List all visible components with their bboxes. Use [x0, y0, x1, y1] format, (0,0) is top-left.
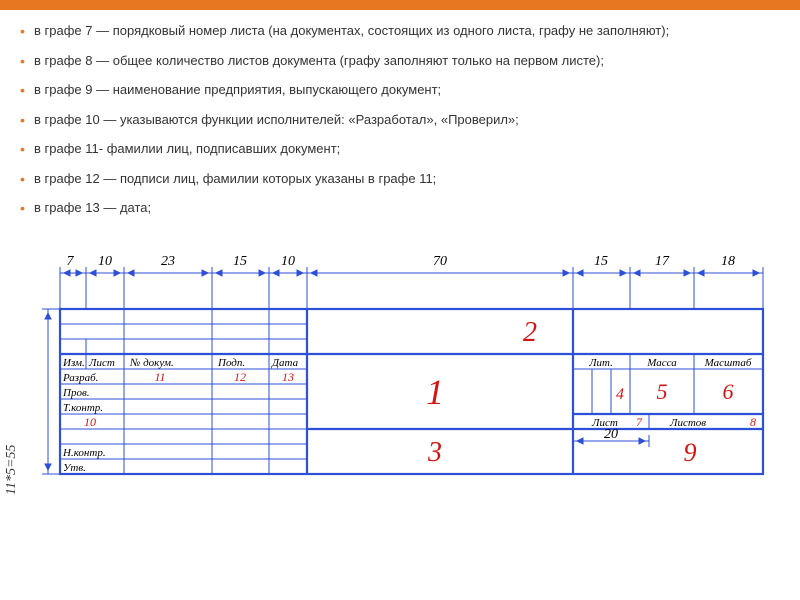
lbl-mashtab: Масштаб	[704, 357, 752, 369]
bullet-item: в графе 10 — указываются функции исполни…	[20, 111, 780, 129]
cell-1: 1	[426, 372, 444, 412]
lbl-massa: Масса	[646, 357, 677, 369]
bullet-item: в графе 7 — порядковый номер листа (на д…	[20, 22, 780, 40]
red-10: 10	[84, 415, 96, 429]
dim-18: 18	[721, 254, 735, 269]
bullet-item: в графе 13 — дата;	[20, 199, 780, 217]
lbl-tkontr: Т.контр.	[63, 402, 103, 414]
cell-2: 2	[523, 317, 537, 348]
title-block-diagram: 11*5=55 7 10 23 15 10 70 15 17 18 Изм. Л…	[0, 235, 800, 509]
cell-7: 7	[636, 415, 643, 429]
side-dimension: 11*5=55	[4, 444, 20, 494]
red-13: 13	[282, 370, 294, 384]
lbl-razrab: Разраб.	[62, 372, 98, 384]
cell-3: 3	[427, 437, 442, 468]
lbl-nkontr: Н.контр.	[62, 447, 106, 459]
dim-10: 10	[98, 254, 112, 269]
dim-70: 70	[433, 254, 447, 269]
hdr-podp: Подп.	[217, 357, 245, 369]
lbl-prov: Пров.	[62, 387, 89, 399]
cell-8: 8	[750, 415, 756, 429]
bullet-item: в графе 11- фамилии лиц, подписавших док…	[20, 140, 780, 158]
bullet-list: в графе 7 — порядковый номер листа (на д…	[20, 22, 780, 217]
hdr-docnum: № докум.	[129, 357, 174, 369]
lbl-listov: Листов	[669, 417, 706, 429]
dim-20: 20	[604, 427, 618, 442]
dim-23: 23	[161, 254, 175, 269]
cell-6: 6	[723, 379, 734, 404]
dim-17: 17	[655, 254, 670, 269]
dim-15: 15	[233, 254, 247, 269]
hdr-data: Дата	[271, 357, 299, 369]
dim-15b: 15	[594, 254, 608, 269]
hdr-list: Лист	[88, 357, 115, 369]
header-bar	[0, 0, 800, 10]
cell-9: 9	[684, 438, 697, 467]
red-11: 11	[154, 370, 165, 384]
bullet-item: в графе 12 — подписи лиц, фамилии которы…	[20, 170, 780, 188]
bullet-item: в графе 8 — общее количество листов доку…	[20, 52, 780, 70]
cell-5: 5	[657, 379, 668, 404]
dim-10b: 10	[281, 254, 295, 269]
lbl-utv: Утв.	[63, 462, 86, 474]
dim-7: 7	[67, 254, 75, 269]
text-content: в графе 7 — порядковый номер листа (на д…	[0, 10, 800, 235]
lbl-lit: Лит.	[588, 357, 613, 369]
cell-4: 4	[616, 386, 624, 403]
hdr-izm: Изм.	[62, 357, 85, 369]
bullet-item: в графе 9 — наименование предприятия, вы…	[20, 81, 780, 99]
diagram-svg: 7 10 23 15 10 70 15 17 18 Изм. Лист № до…	[40, 239, 780, 499]
red-12: 12	[234, 370, 246, 384]
